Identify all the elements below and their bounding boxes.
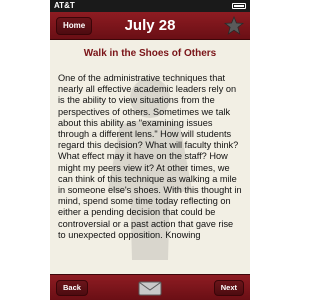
page-title: July 28	[124, 17, 176, 34]
status-bar: AT&T	[50, 0, 250, 12]
star-icon[interactable]	[224, 16, 244, 36]
mail-icon[interactable]	[138, 281, 162, 296]
article-body: One of the administrative techniques tha…	[58, 73, 242, 240]
article-heading: Walk in the Shoes of Others	[83, 48, 217, 59]
bottom-toolbar: Back Next	[50, 274, 250, 300]
next-button[interactable]: Next	[213, 280, 244, 296]
back-button[interactable]: Back	[56, 280, 88, 296]
battery-icon	[232, 3, 246, 9]
app-screen: AT&T Home July 28 Walk in the Shoes of O…	[50, 0, 250, 300]
navigation-bar: Home July 28	[50, 12, 250, 40]
article-content: Walk in the Shoes of Others One of the a…	[50, 40, 250, 274]
home-button[interactable]: Home	[56, 17, 93, 35]
carrier-label: AT&T	[54, 1, 75, 10]
